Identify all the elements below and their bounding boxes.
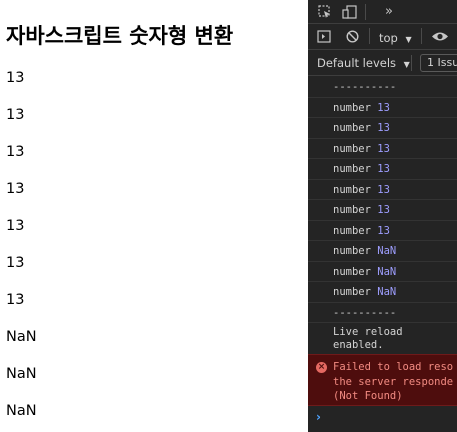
log-value: 13	[377, 101, 390, 114]
log-label: number	[333, 224, 371, 237]
separator-text: ----------	[333, 306, 397, 319]
inspect-icon[interactable]	[318, 5, 332, 21]
log-value: 13	[377, 224, 390, 237]
toolbar-divider	[411, 55, 412, 71]
log-value: NaN	[377, 286, 397, 298]
log-value: NaN	[377, 245, 397, 257]
chevron-down-icon: ▼	[403, 60, 410, 69]
console-prompt-icon[interactable]: ›	[316, 410, 321, 424]
console-message: ----------	[308, 303, 457, 323]
log-value: NaN	[377, 265, 397, 278]
page-content: 자바스크립트 숫자형 변환 13 13 13 13 13 13 13 NaN N…	[0, 0, 308, 432]
log-label: number	[333, 286, 371, 298]
chevron-down-icon: ▼	[405, 35, 412, 44]
log-value: 13	[377, 142, 390, 155]
toolbar-divider	[365, 4, 366, 20]
log-label: number	[333, 265, 371, 278]
context-selector[interactable]: top ▼	[379, 31, 412, 45]
console-message: number NaN	[308, 241, 457, 262]
issues-button[interactable]: 1 Issue	[420, 54, 457, 72]
context-label: top	[379, 31, 398, 45]
output-line: 13	[6, 144, 25, 160]
console-message: number 13	[308, 221, 457, 241]
log-value: 13	[377, 122, 390, 134]
log-label: number	[333, 204, 371, 216]
log-label: number	[333, 101, 371, 114]
devtools-panel: » top ▼ Default levels ▼ 1 Issue -------…	[308, 0, 457, 432]
output-line: 13	[6, 70, 25, 86]
console-message: number NaN	[308, 262, 457, 282]
output-line: 13	[6, 181, 25, 197]
log-value: 13	[377, 183, 390, 196]
log-label: number	[333, 122, 371, 134]
console-message: number 13	[308, 118, 457, 139]
log-levels-label: Default levels	[317, 56, 397, 70]
console-message: number 13	[308, 159, 457, 180]
log-value: 13	[377, 163, 390, 175]
console-message: number 13	[308, 200, 457, 221]
log-label: number	[333, 163, 371, 175]
console-toolbar: top ▼	[308, 24, 457, 50]
device-toggle-icon[interactable]	[342, 5, 358, 21]
console-message: number 13	[308, 180, 457, 200]
output-line: 13	[6, 107, 25, 123]
log-label: number	[333, 142, 371, 155]
output-line: 13	[6, 292, 25, 308]
output-line: NaN	[6, 403, 37, 419]
console-message: number NaN	[308, 282, 457, 303]
page-title: 자바스크립트 숫자형 변환	[6, 24, 234, 48]
devtools-tab-bar: »	[308, 0, 457, 24]
log-label: number	[333, 183, 371, 196]
eye-icon[interactable]	[431, 30, 449, 45]
console-messages: ---------- number 13 number 13 number 13…	[308, 77, 457, 355]
live-reload-text: Live reload enabled.	[333, 326, 403, 351]
issues-label: 1 Issue	[427, 56, 457, 69]
clear-console-icon[interactable]	[346, 30, 359, 45]
toolbar-divider	[369, 28, 370, 44]
error-text: Failed to load reso the server responde …	[333, 361, 454, 402]
log-label: number	[333, 245, 371, 257]
console-message: number 13	[308, 139, 457, 159]
toolbar-divider	[421, 28, 422, 44]
more-tabs-button[interactable]: »	[385, 5, 393, 18]
log-levels-dropdown[interactable]: Default levels ▼	[317, 56, 410, 70]
separator-text: ----------	[333, 81, 397, 93]
log-value: 13	[377, 204, 390, 216]
output-line: NaN	[6, 366, 37, 382]
console-error-message: × Failed to load reso the server respond…	[308, 354, 457, 406]
filter-bar: Default levels ▼ 1 Issue	[308, 50, 457, 76]
output-line: 13	[6, 255, 25, 271]
output-line: NaN	[6, 329, 37, 345]
console-message: Live reload enabled.	[308, 323, 457, 355]
output-line: 13	[6, 218, 25, 234]
console-message: number 13	[308, 98, 457, 118]
console-message: ----------	[308, 77, 457, 98]
error-icon: ×	[316, 362, 327, 373]
sidebar-toggle-icon[interactable]	[317, 30, 331, 45]
